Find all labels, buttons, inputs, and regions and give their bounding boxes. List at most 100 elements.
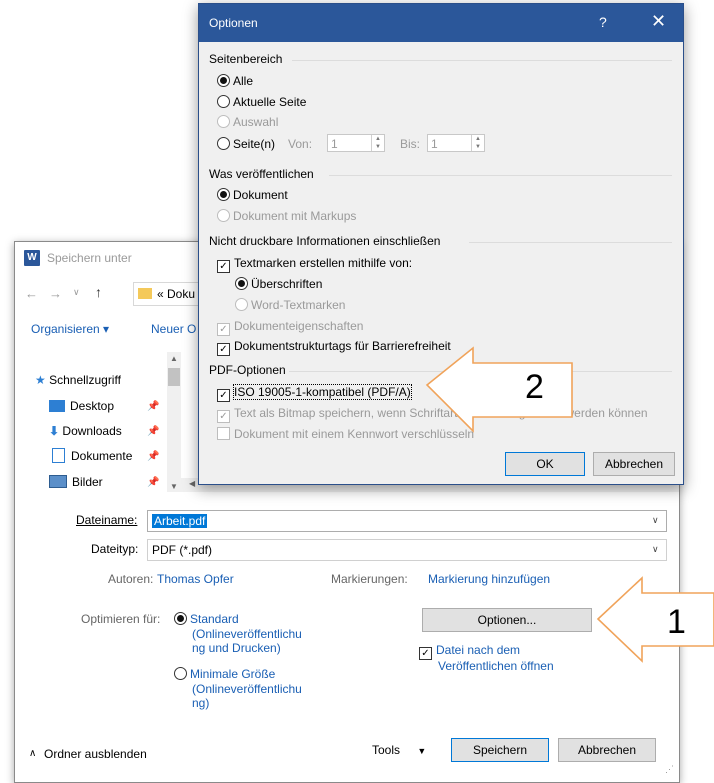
range-selection-radio: Auswahl xyxy=(217,115,278,129)
chevron-up-icon[interactable]: ∧ xyxy=(29,748,36,759)
checkmark-icon xyxy=(217,427,230,440)
pin-icon[interactable]: 📌 xyxy=(147,477,159,488)
section-nonprinting: Nicht druckbare Informationen einschließ… xyxy=(209,234,441,248)
radio-icon xyxy=(217,74,230,87)
scroll-left-icon[interactable]: ◀ xyxy=(189,479,195,488)
section-divider xyxy=(329,175,672,176)
nav-item-desktop[interactable]: Desktop xyxy=(49,396,114,416)
bookmarks-word-radio: Word-Textmarken xyxy=(235,298,345,312)
filetype-select[interactable]: PDF (*.pdf) ∨ xyxy=(147,539,667,561)
tags-value[interactable]: Markierung hinzufügen xyxy=(428,572,550,586)
radio-icon xyxy=(217,137,230,150)
checkbox-label: Dokumentstrukturtags für Barrierefreihei… xyxy=(234,339,451,353)
dialog-title: Speichern unter xyxy=(47,251,132,265)
range-pages-radio[interactable]: Seite(n) xyxy=(217,137,275,151)
radio-label: Auswahl xyxy=(233,115,279,129)
scroll-up-icon[interactable]: ▲ xyxy=(170,354,178,363)
section-page-range: Seitenbereich xyxy=(209,52,283,66)
radio-label: Dokument mit Markups xyxy=(233,209,357,223)
iso-pdfa-checkbox[interactable]: ✓ ISO 19005-1-kompatibel (PDF/A) xyxy=(217,384,412,402)
publish-markup-radio: Dokument mit Markups xyxy=(217,209,356,223)
chevron-down-icon[interactable]: ∨ xyxy=(652,544,659,555)
radio-icon xyxy=(174,667,187,680)
up-arrow-icon[interactable]: ↑ xyxy=(95,284,102,300)
back-arrow-icon[interactable]: ← xyxy=(25,286,38,301)
range-current-radio[interactable]: Aktuelle Seite xyxy=(217,95,306,109)
authors-label: Autoren: xyxy=(108,572,154,586)
section-divider xyxy=(292,60,672,61)
pin-icon[interactable]: 📌 xyxy=(147,426,159,437)
range-all-radio[interactable]: Alle xyxy=(217,74,253,88)
cancel-button[interactable]: Abbrechen xyxy=(558,738,656,762)
ok-button[interactable]: OK xyxy=(505,452,585,476)
optimize-label: Optimieren für: xyxy=(81,612,161,626)
organize-button[interactable]: Organisieren ▾ xyxy=(31,322,109,336)
filename-input[interactable]: Arbeit.pdf ∨ xyxy=(147,510,667,532)
radio-label: Aktuelle Seite xyxy=(233,95,307,109)
chevron-down-icon[interactable]: ∨ xyxy=(652,515,659,526)
filetype-label: Dateityp: xyxy=(91,542,139,556)
filetype-value: PDF (*.pdf) xyxy=(152,543,213,557)
nav-label: Downloads xyxy=(62,424,122,438)
folder-icon xyxy=(138,288,152,299)
checkmark-icon: ✓ xyxy=(217,389,230,402)
structure-tags-checkbox[interactable]: ✓ Dokumentstrukturtags für Barrierefreihe… xyxy=(217,339,451,356)
publish-document-radio[interactable]: Dokument xyxy=(217,188,288,202)
nav-item-pictures[interactable]: Bilder xyxy=(49,472,103,492)
doc-properties-checkbox: ✓ Dokumenteigenschaften xyxy=(217,319,363,336)
section-divider xyxy=(469,242,672,243)
nav-item-downloads[interactable]: ⬇ Downloads xyxy=(49,421,122,441)
nav-item-quick-access[interactable]: ★ Schnellzugriff xyxy=(35,370,121,390)
nav-label: Schnellzugriff xyxy=(49,373,121,387)
optimize-standard-radio[interactable]: Standard xyxy=(174,612,239,626)
save-button[interactable]: Speichern xyxy=(451,738,549,762)
radio-label: Minimale Größe xyxy=(190,667,276,681)
from-spinner[interactable]: 1 ▲ ▼ xyxy=(327,134,385,152)
new-folder-button[interactable]: Neuer O xyxy=(151,322,196,336)
radio-icon xyxy=(217,115,230,128)
radio-label: Alle xyxy=(233,74,254,88)
optimize-minimal-desc: (Onlineveröffentlichu xyxy=(192,682,302,696)
nav-scroll-thumb[interactable] xyxy=(168,368,180,386)
checkbox-label: ISO 19005-1-kompatibel (PDF/A) xyxy=(233,384,412,400)
checkmark-icon: ✓ xyxy=(217,410,230,423)
radio-icon xyxy=(235,277,248,290)
spinner-arrows-icon[interactable]: ▲ ▼ xyxy=(371,135,384,151)
nav-item-documents[interactable]: Dokumente xyxy=(52,446,132,466)
radio-label: Überschriften xyxy=(251,277,323,291)
pin-icon[interactable]: 📌 xyxy=(147,401,159,412)
section-publish: Was veröffentlichen xyxy=(209,167,314,181)
from-label: Von: xyxy=(288,137,313,151)
checkmark-icon: ✓ xyxy=(419,647,432,660)
tools-button[interactable]: Tools ▼ xyxy=(372,743,426,757)
history-chevron-icon[interactable]: ∨ xyxy=(73,287,80,298)
options-button[interactable]: Optionen... xyxy=(422,608,592,632)
bookmarks-headings-radio[interactable]: Überschriften xyxy=(235,277,322,291)
authors-value[interactable]: Thomas Opfer xyxy=(157,572,234,586)
radio-icon xyxy=(235,298,248,311)
forward-arrow-icon[interactable]: → xyxy=(49,286,62,301)
optimize-standard-desc: (Onlineveröffentlichu xyxy=(192,627,302,641)
checkmark-icon: ✓ xyxy=(217,323,230,336)
options-title: Optionen xyxy=(209,16,258,30)
desktop-icon xyxy=(49,400,65,412)
help-icon[interactable]: ? xyxy=(599,14,607,30)
hide-folders-button[interactable]: Ordner ausblenden xyxy=(44,747,147,761)
optimize-minimal-radio[interactable]: Minimale Größe xyxy=(174,667,275,681)
open-after-publish-checkbox[interactable]: ✓ Datei nach dem xyxy=(419,643,520,660)
checkmark-icon: ✓ xyxy=(217,260,230,273)
resize-grip-icon[interactable]: ⋰ xyxy=(665,764,674,775)
options-cancel-button[interactable]: Abbrechen xyxy=(593,452,675,476)
radio-label: Standard xyxy=(190,612,239,626)
close-icon[interactable]: ✕ xyxy=(651,11,666,32)
to-spinner[interactable]: 1 ▲ ▼ xyxy=(427,134,485,152)
radio-icon xyxy=(174,612,187,625)
document-icon xyxy=(52,448,65,463)
radio-label: Seite(n) xyxy=(233,137,276,151)
scroll-down-icon[interactable]: ▼ xyxy=(170,482,178,491)
bookmarks-checkbox[interactable]: ✓ Textmarken erstellen mithilfe von: xyxy=(217,256,412,273)
spinner-arrows-icon[interactable]: ▲ ▼ xyxy=(471,135,484,151)
optimize-standard-desc: ng und Drucken) xyxy=(192,641,281,655)
pin-icon[interactable]: 📌 xyxy=(147,451,159,462)
optimize-minimal-desc: ng) xyxy=(192,696,210,710)
